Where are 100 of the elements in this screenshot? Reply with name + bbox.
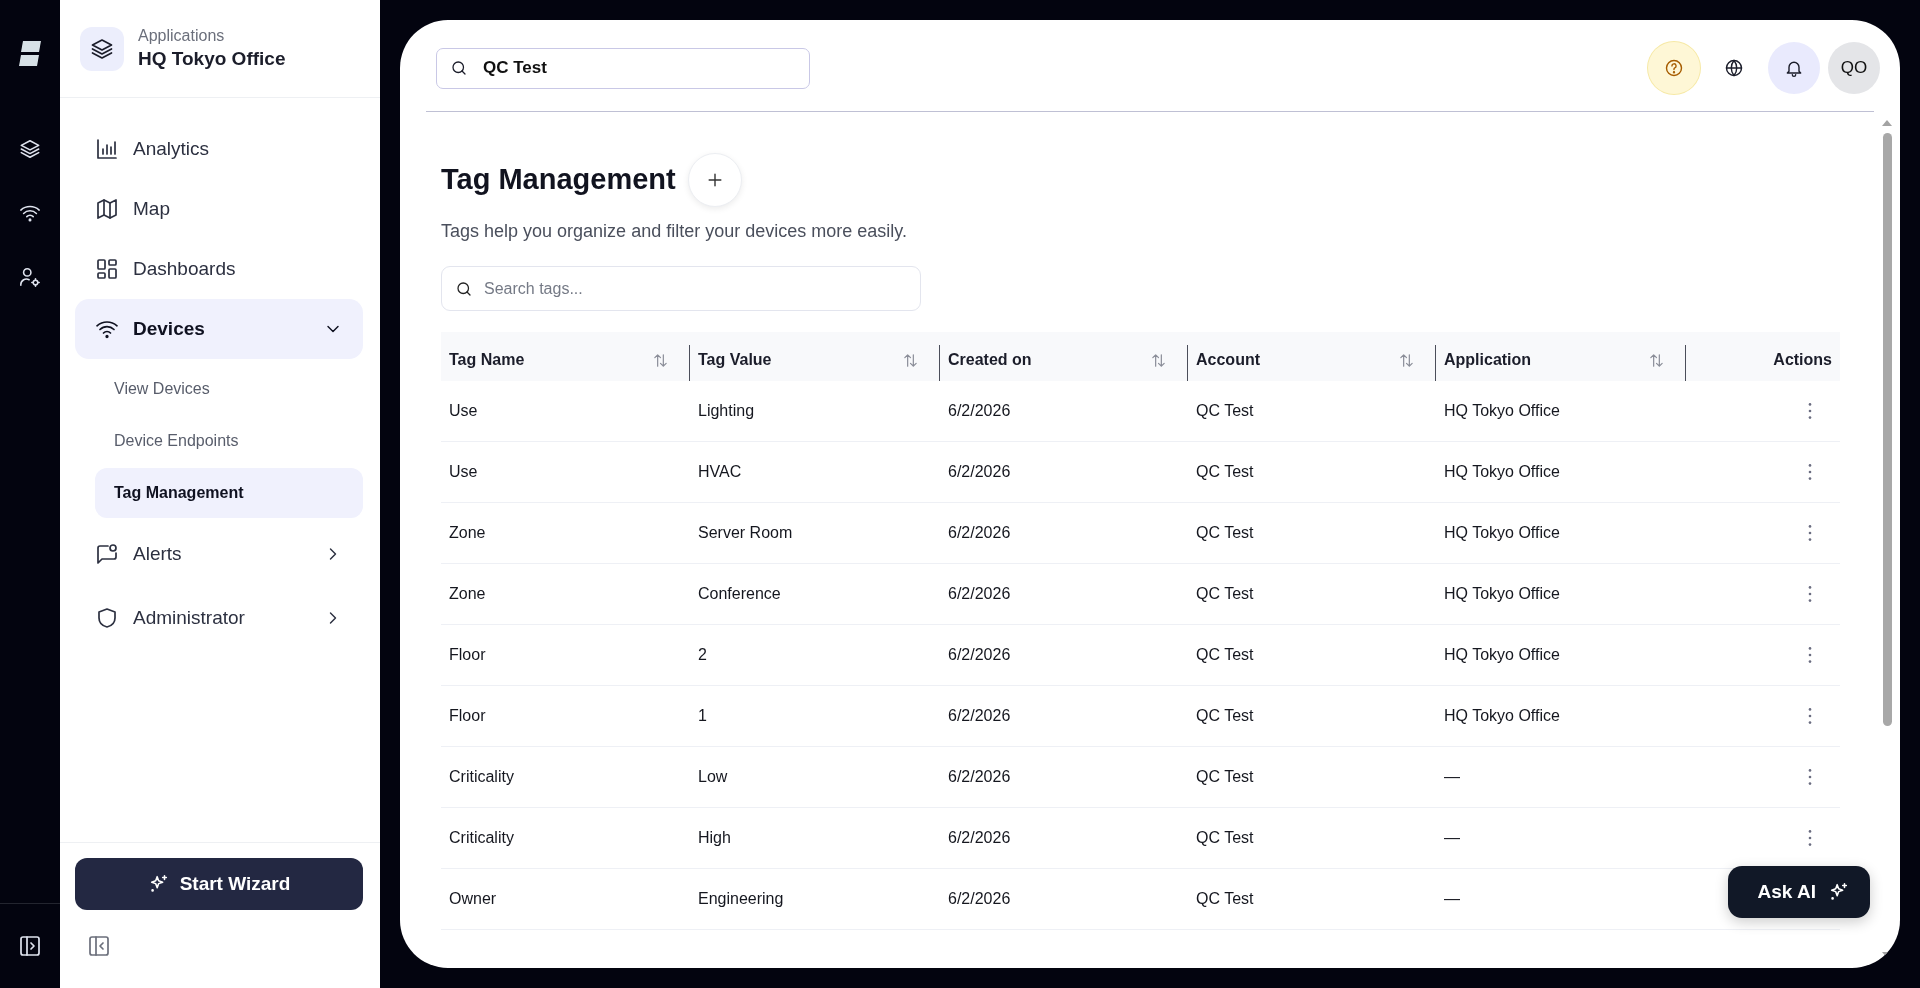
- collapse-panel-icon[interactable]: [87, 934, 111, 958]
- more-icon: [1808, 403, 1812, 419]
- more-icon: [1808, 586, 1812, 602]
- help-button[interactable]: [1648, 42, 1700, 94]
- map-icon: [95, 197, 119, 221]
- table-cell-text: Engineering: [697, 890, 785, 908]
- table-cell-text: HQ Tokyo Office: [1443, 707, 1561, 725]
- table-cell-text: Zone: [448, 524, 487, 542]
- column-header[interactable]: Created on: [939, 345, 1187, 381]
- sort-icon[interactable]: [652, 351, 669, 369]
- table-cell-text: 6/2/2026: [947, 829, 1012, 847]
- table-cell-text: Floor: [448, 646, 487, 664]
- help-icon: [1664, 58, 1684, 78]
- nav-item[interactable]: Map: [75, 179, 363, 239]
- sort-icon[interactable]: [1150, 351, 1167, 369]
- more-icon: [1808, 769, 1812, 785]
- more-icon: [1808, 464, 1812, 480]
- dashboard-icon: [95, 257, 119, 281]
- table-cell-text: Server Room: [697, 524, 794, 542]
- table-cell-text: HQ Tokyo Office: [1443, 585, 1561, 603]
- table-cell-text: 6/2/2026: [947, 890, 1012, 908]
- table-cell-text: Criticality: [448, 768, 515, 786]
- notifications-button[interactable]: [1768, 42, 1820, 94]
- nav-item[interactable]: Analytics: [75, 119, 363, 179]
- more-icon: [1808, 708, 1812, 724]
- table-cell-text: QC Test: [1195, 768, 1255, 786]
- logo-icon: [18, 40, 42, 68]
- table-cell-text: Owner: [448, 890, 498, 908]
- bar-chart-icon: [95, 137, 119, 161]
- layers-icon[interactable]: [19, 138, 41, 160]
- table-cell-text: 6/2/2026: [947, 402, 1012, 420]
- nav-subitem[interactable]: Device Endpoints: [95, 415, 363, 467]
- table-cell-text: —: [1443, 890, 1461, 908]
- search-icon: [455, 279, 473, 298]
- column-header[interactable]: Account: [1187, 345, 1435, 381]
- table-cell-text: 2: [697, 646, 708, 664]
- table-cell-text: Low: [697, 768, 729, 786]
- column-header[interactable]: Tag Value: [689, 345, 939, 381]
- table-cell-text: 6/2/2026: [947, 463, 1012, 481]
- table-cell-text: —: [1443, 829, 1461, 847]
- ask-ai-button[interactable]: Ask AI: [1727, 866, 1870, 918]
- page-title: Tag Management: [441, 163, 676, 196]
- application-name[interactable]: HQ Tokyo Office: [138, 48, 286, 70]
- table-cell-text: 6/2/2026: [947, 768, 1012, 786]
- table-cell-text: —: [1443, 768, 1461, 786]
- column-header: Actions: [1685, 345, 1840, 381]
- table-cell-text: Lighting: [697, 402, 756, 420]
- nav-subitem[interactable]: Tag Management: [95, 468, 363, 518]
- table-cell-text: QC Test: [1195, 646, 1255, 664]
- column-header[interactable]: Application: [1435, 345, 1685, 381]
- table-cell-text: Use: [448, 402, 479, 420]
- start-wizard-button[interactable]: Start Wizard: [75, 858, 363, 910]
- table-cell-text: 6/2/2026: [947, 707, 1012, 725]
- table-cell-text: QC Test: [1195, 463, 1255, 481]
- table-cell-text: HQ Tokyo Office: [1443, 402, 1561, 420]
- sparkle-icon: [1828, 881, 1850, 903]
- nav-item[interactable]: Administrator: [75, 586, 363, 650]
- page-description: Tags help you organize and filter your devices more easily.: [441, 221, 908, 242]
- sort-icon[interactable]: [1398, 351, 1415, 369]
- table-cell-text: QC Test: [1195, 707, 1255, 725]
- table-cell-text: Zone: [448, 585, 487, 603]
- sort-icon[interactable]: [1648, 351, 1665, 369]
- table-cell-text: 6/2/2026: [947, 585, 1012, 603]
- shield-icon: [95, 606, 119, 630]
- more-icon: [1808, 647, 1812, 663]
- table-cell-text: QC Test: [1195, 402, 1255, 420]
- nav-item[interactable]: Alerts: [75, 522, 363, 586]
- table-cell-text: QC Test: [1195, 890, 1255, 908]
- table-cell-text: 6/2/2026: [947, 646, 1012, 664]
- search-field[interactable]: QC Test: [436, 47, 810, 89]
- nav-item[interactable]: Dashboards: [75, 239, 363, 299]
- more-icon: [1808, 830, 1812, 846]
- nav-subitem[interactable]: View Devices: [95, 363, 363, 415]
- nav-item[interactable]: Devices: [75, 299, 363, 359]
- table-cell-text: Floor: [448, 707, 487, 725]
- section-label: Applications: [138, 27, 226, 45]
- table-cell-text: QC Test: [1195, 829, 1255, 847]
- table-cell-text: Use: [448, 463, 479, 481]
- table-cell-text: Conference: [697, 585, 782, 603]
- table-cell-text: 6/2/2026: [947, 524, 1012, 542]
- expand-panel-icon[interactable]: [18, 934, 42, 958]
- layers-icon: [90, 36, 114, 61]
- chat-alert-icon: [95, 542, 119, 566]
- table-cell-text: QC Test: [1195, 585, 1255, 603]
- user-avatar[interactable]: QO: [1828, 42, 1880, 94]
- table-cell-text: HQ Tokyo Office: [1443, 646, 1561, 664]
- table-cell-text: 1: [697, 707, 708, 725]
- table-cell-text: HVAC: [697, 463, 743, 481]
- sort-icon[interactable]: [902, 351, 919, 369]
- search-tags-field[interactable]: Search tags...: [441, 266, 921, 311]
- table-cell-text: QC Test: [1195, 524, 1255, 542]
- search-icon: [450, 59, 468, 77]
- table-cell-text: HQ Tokyo Office: [1443, 524, 1561, 542]
- table-cell-text: High: [697, 829, 732, 847]
- user-settings-icon[interactable]: [19, 266, 41, 288]
- globe-icon: [1724, 58, 1744, 78]
- column-header[interactable]: Tag Name: [441, 345, 689, 381]
- more-icon: [1808, 525, 1812, 541]
- table-cell-text: Criticality: [448, 829, 515, 847]
- table-cell-text: HQ Tokyo Office: [1443, 463, 1561, 481]
